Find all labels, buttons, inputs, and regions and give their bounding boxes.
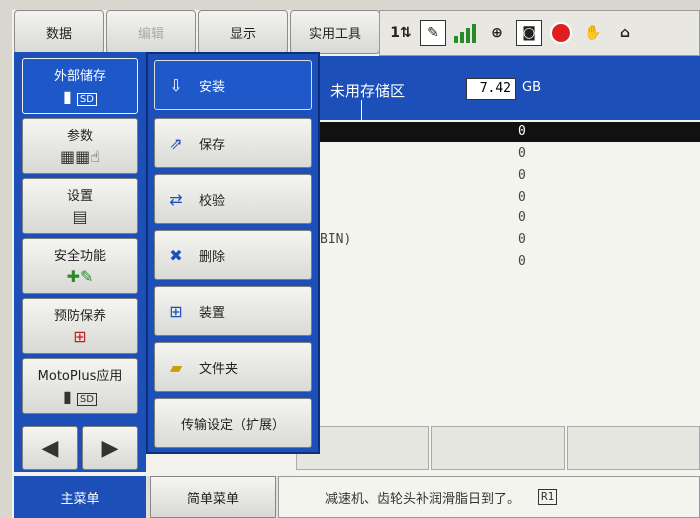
next-page-button[interactable]: ▶ — [82, 426, 138, 470]
main-menu-panel: 外部储存 ▮ SD 参数 ▦▦☝ 设置 ▤ 安全功能 ✚✎ 预防保养 ⊞ Mot… — [14, 52, 146, 472]
submenu-delete[interactable]: ✖ 删除 — [154, 230, 312, 280]
edit-mode-icon: ✎ — [420, 20, 446, 46]
main-menu-parameter[interactable]: 参数 ▦▦☝ — [22, 118, 138, 174]
status-bar: 1⇅ ✎ ⊕ ◙ ✋ ⌂ — [379, 10, 700, 56]
main-menu-maintenance[interactable]: 预防保养 ⊞ — [22, 298, 138, 354]
main-menu-button[interactable]: 主菜单 — [14, 476, 146, 518]
main-menu-motoplus[interactable]: MotoPlus应用 ▮ SD — [22, 358, 138, 414]
file-row-label: BIN) — [320, 232, 352, 247]
main-menu-label: 安全功能 — [53, 249, 106, 264]
unused-storage-label: 未用存储区 — [330, 82, 406, 100]
main-menu-label: 预防保养 — [53, 309, 106, 324]
menu-utility-button[interactable]: 实用工具 — [290, 10, 380, 54]
unused-storage-unit: GB — [522, 80, 541, 95]
coordinate-icon: ⊕ — [491, 25, 503, 41]
sub-menu-panel: ⇩ 安装 ⇗ 保存 ⇄ 校验 ✖ 删除 ⊞ 装置 ▰ 文件夹 传输设定（扩展） — [146, 52, 320, 454]
submenu-label: 安装 — [199, 79, 226, 95]
load-icon: ⇩ — [169, 75, 183, 95]
submenu-label: 装置 — [199, 305, 226, 321]
save-icon: ⇗ — [169, 133, 183, 153]
main-menu-external-storage[interactable]: 外部储存 ▮ SD — [22, 58, 138, 114]
submenu-label: 文件夹 — [199, 361, 239, 377]
file-row[interactable]: 0 — [296, 208, 700, 228]
alarm-message: 减速机、齿轮头补润滑脂日到了。 — [325, 491, 521, 507]
robot-tag: R1 — [538, 489, 558, 505]
submenu-load[interactable]: ⇩ 安装 — [154, 60, 312, 110]
lock-icon: ⌂ — [619, 25, 631, 41]
file-row-count: 0 — [518, 210, 526, 225]
delete-icon: ✖ — [169, 245, 183, 265]
parameter-icon: ▦▦☝ — [60, 147, 100, 166]
unused-storage-value: 7.42 — [466, 78, 516, 100]
sd-card-icon: ▮ SD — [63, 388, 97, 409]
function-key[interactable] — [566, 426, 700, 470]
function-key[interactable] — [431, 426, 565, 470]
file-row[interactable]: 0 — [296, 252, 700, 272]
menu-display-button[interactable]: 显示 — [198, 10, 288, 54]
main-menu-safety[interactable]: 安全功能 ✚✎ — [22, 238, 138, 294]
submenu-folder[interactable]: ▰ 文件夹 — [154, 342, 312, 392]
storage-header: 未用存储区 7.42 GB — [296, 56, 700, 120]
main-menu-label: 外部储存 — [53, 69, 106, 84]
12-icon: 1⇅ — [390, 25, 412, 41]
main-menu-label: 参数 — [66, 129, 93, 144]
main-menu-pager: ◀ ▶ — [22, 426, 138, 470]
submenu-verify[interactable]: ⇄ 校验 — [154, 174, 312, 224]
prev-page-button[interactable]: ◀ — [22, 426, 78, 470]
main-menu-label: MotoPlus应用 — [37, 369, 123, 384]
submenu-save[interactable]: ⇗ 保存 — [154, 118, 312, 168]
signal-bars-icon — [452, 20, 478, 46]
file-row-count: 0 — [518, 146, 526, 161]
screen-bezel-left — [0, 0, 12, 518]
storage-content: 未用存储区 7.42 GB 0 0 0 0 0 BIN) 0 0 — [296, 56, 700, 476]
file-row-count: 0 — [518, 124, 526, 139]
main-menu-setup[interactable]: 设置 ▤ — [22, 178, 138, 234]
maintenance-icon: ⊞ — [73, 327, 87, 346]
file-row[interactable]: 0 — [296, 166, 700, 186]
setup-icon: ▤ — [72, 207, 88, 226]
file-row-count: 0 — [518, 254, 526, 269]
simple-menu-button[interactable]: 简单菜单 — [150, 476, 276, 518]
folder-icon: ▰ — [169, 357, 183, 377]
content-function-keys — [296, 426, 700, 470]
submenu-label: 保存 — [199, 137, 226, 153]
message-bar[interactable]: 减速机、齿轮头补润滑脂日到了。 R1 — [278, 476, 700, 518]
safety-icon: ✚✎ — [66, 267, 94, 286]
file-row[interactable]: BIN) 0 — [296, 230, 700, 250]
screen-bezel-top — [0, 0, 700, 10]
stop-icon — [548, 20, 574, 46]
file-row[interactable]: 0 — [296, 144, 700, 164]
submenu-label: 删除 — [199, 249, 226, 265]
menu-data-button[interactable]: 数据 — [14, 10, 104, 54]
menu-edit-button[interactable]: 编辑 — [106, 10, 196, 54]
file-row-count: 0 — [518, 168, 526, 183]
main-menu-label: 设置 — [66, 189, 93, 204]
hand-icon: ✋ — [584, 25, 602, 41]
verify-icon: ⇄ — [169, 189, 183, 209]
device-icon: ⊞ — [169, 301, 183, 321]
submenu-label: 校验 — [199, 193, 226, 209]
bottom-bar: 主菜单 简单菜单 减速机、齿轮头补润滑脂日到了。 R1 — [14, 476, 700, 518]
camera-icon: ◙ — [516, 20, 542, 46]
sd-card-icon: ▮ SD — [63, 88, 97, 109]
submenu-label: 传输设定（扩展） — [180, 417, 285, 433]
file-row[interactable]: 0 — [296, 188, 700, 208]
file-row-count: 0 — [518, 232, 526, 247]
submenu-device[interactable]: ⊞ 装置 — [154, 286, 312, 336]
file-row-count: 0 — [518, 190, 526, 205]
top-menu: 数据 编辑 显示 实用工具 — [14, 10, 380, 56]
file-row[interactable]: 0 — [296, 122, 700, 142]
submenu-transfer-settings[interactable]: 传输设定（扩展） — [154, 398, 312, 448]
